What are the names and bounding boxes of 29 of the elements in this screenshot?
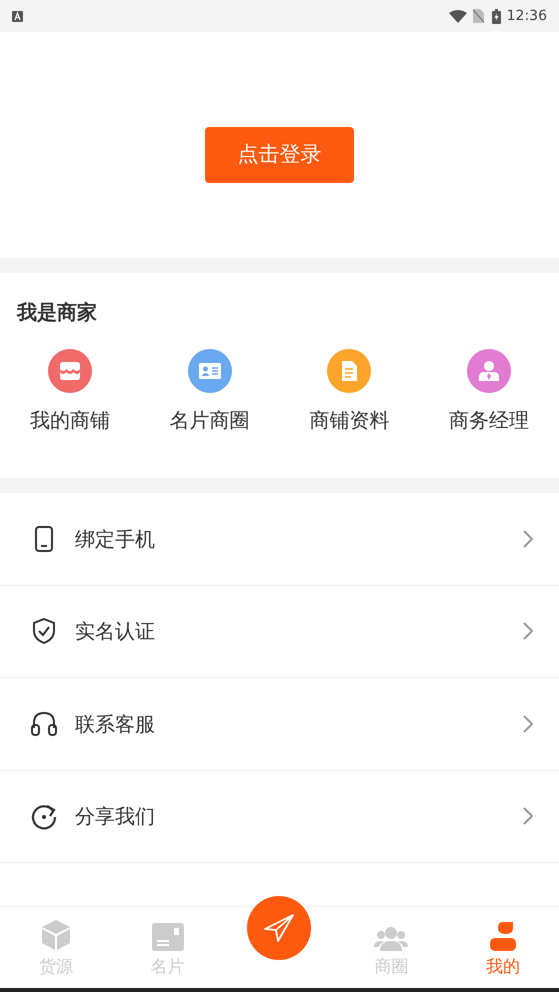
menu-item[interactable]: 实名认证 <box>75 616 523 646</box>
chevron-right-icon <box>523 807 533 826</box>
people-icon[interactable] <box>374 927 408 951</box>
menu-item[interactable]: 分享我们 <box>75 801 523 832</box>
keyboard-icon <box>12 10 23 22</box>
shield-icon <box>30 617 58 646</box>
menu-item[interactable]: 绑定手机 <box>75 524 523 554</box>
chevron-right-icon <box>523 530 533 548</box>
section-title: 我是商家 <box>17 299 98 326</box>
wifi-icon <box>448 10 467 22</box>
merchant-label[interactable]: 商铺资料 <box>309 405 390 435</box>
clock-time: 12:36 <box>506 6 547 26</box>
merchant-icon[interactable] <box>467 349 512 393</box>
merchant-icon[interactable] <box>48 349 92 393</box>
merchant-label[interactable]: 商务经理 <box>449 405 530 435</box>
merchant-icon[interactable] <box>327 349 372 393</box>
box-icon[interactable] <box>40 919 71 951</box>
chevron-right-icon <box>523 622 533 640</box>
refresh-icon <box>30 802 58 830</box>
no-sim-icon <box>472 9 484 23</box>
paper-plane-icon <box>264 914 294 942</box>
person-icon[interactable] <box>490 921 516 951</box>
merchant-label[interactable]: 我的商铺 <box>30 405 110 435</box>
headset-icon <box>30 710 58 738</box>
merchant-label[interactable]: 名片商圈 <box>170 405 250 435</box>
merchant-icon[interactable] <box>188 349 232 393</box>
chevron-right-icon <box>523 714 533 733</box>
menu-item[interactable]: 联系客服 <box>75 708 523 739</box>
battery-icon <box>492 8 501 24</box>
